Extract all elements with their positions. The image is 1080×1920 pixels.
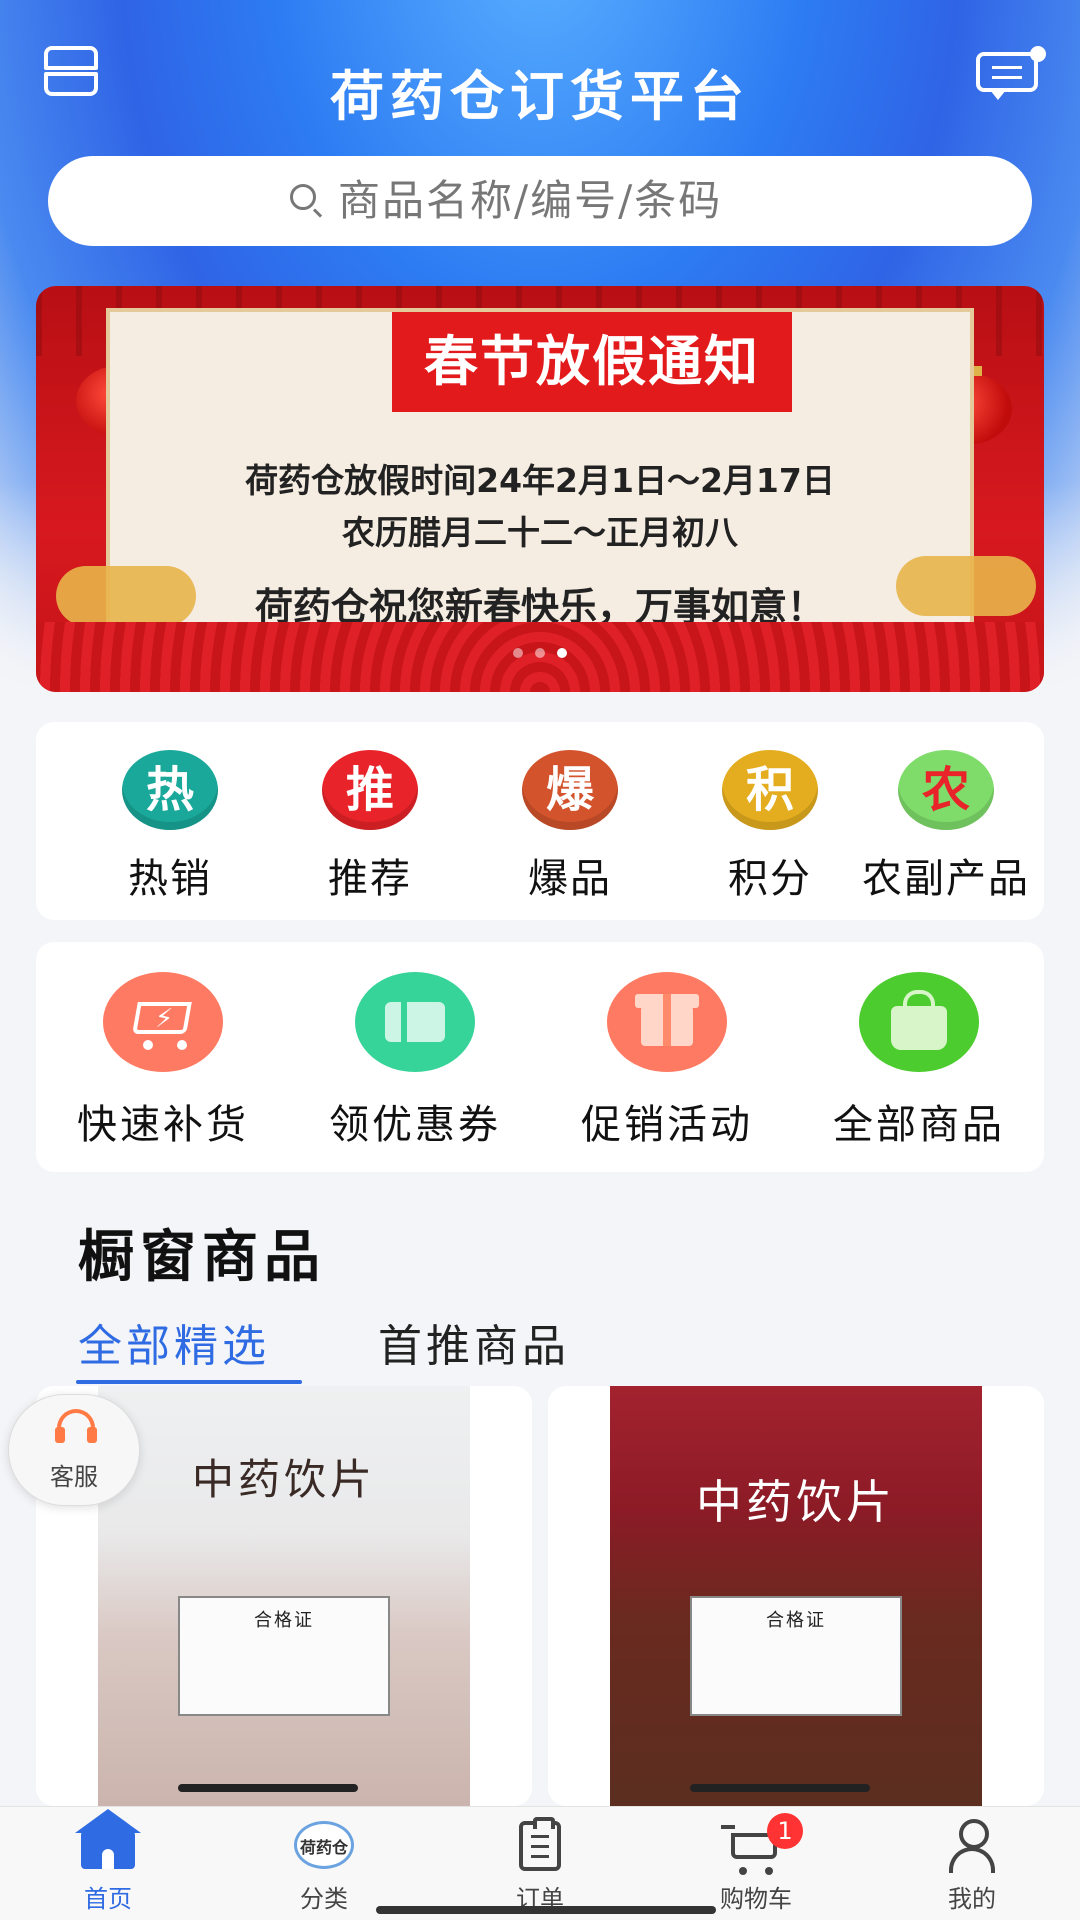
- agri-badge-icon: 农: [898, 750, 994, 830]
- notice-title-box: 春节放假通知: [392, 312, 792, 412]
- activity-label: 快速补货: [77, 1102, 249, 1148]
- notice-panel: 春节放假通知 荷药仓放假时间24年2月1日～2月17日 农历腊月二十二～正月初八…: [106, 308, 974, 634]
- coupon-icon: [355, 972, 475, 1072]
- tab-orders[interactable]: 订单: [432, 1813, 648, 1914]
- recommend-badge-icon: 推: [322, 750, 418, 830]
- brand-logo-icon: 荷药仓: [291, 1813, 357, 1875]
- certificate-label: 合格证: [178, 1596, 390, 1716]
- category-agricultural[interactable]: 农 农副产品: [856, 750, 1036, 904]
- tab-cart[interactable]: 1 购物车: [648, 1813, 864, 1914]
- shopping-bag-icon: [859, 972, 979, 1072]
- tab-label: 我的: [948, 1885, 996, 1913]
- get-coupon-button[interactable]: 领优惠券: [300, 972, 530, 1150]
- tab-all-selected[interactable]: 全部精选: [78, 1310, 270, 1374]
- all-products-button[interactable]: 全部商品: [804, 972, 1034, 1150]
- brand-logo-text: 荷药仓: [299, 1838, 348, 1857]
- product-image: 中药饮片 合格证: [610, 1386, 982, 1806]
- customer-service-label: 客服: [50, 1463, 98, 1491]
- carousel-indicator[interactable]: [36, 643, 1044, 662]
- explosive-badge-icon: 爆: [522, 750, 618, 830]
- customer-service-button[interactable]: 客服: [8, 1394, 140, 1506]
- package-text: 中药饮片: [696, 1475, 896, 1529]
- notice-line-2: 农历腊月二十二～正月初八: [342, 513, 738, 552]
- cert-text: 合格证: [766, 1610, 826, 1631]
- category-label: 农副产品: [862, 856, 1030, 902]
- category-label: 爆品: [528, 856, 612, 902]
- home-icon: [75, 1809, 141, 1875]
- search-icon: [288, 182, 324, 218]
- headset-icon: [55, 1409, 97, 1447]
- app-title: 荷药仓订货平台: [330, 64, 750, 128]
- cloud-decoration: [56, 566, 196, 626]
- points-badge-icon: 积: [722, 750, 818, 830]
- activity-label: 领优惠券: [329, 1102, 501, 1148]
- pen-image: [178, 1784, 358, 1792]
- tab-home[interactable]: 首页: [0, 1809, 216, 1914]
- carousel-dot[interactable]: [513, 648, 523, 658]
- search-bar[interactable]: [48, 156, 1032, 246]
- category-card: 热 热销 推 推荐 爆 爆品 积 积分 农 农副产品: [36, 722, 1044, 920]
- product-card[interactable]: 中药饮片 合格证: [548, 1386, 1044, 1806]
- cart-bolt-icon: ⚡: [103, 972, 223, 1072]
- order-clipboard-icon: [507, 1813, 573, 1875]
- hot-badge-icon: 热: [122, 750, 218, 830]
- activity-label: 促销活动: [581, 1102, 753, 1148]
- showcase-title: 橱窗商品: [78, 1224, 326, 1290]
- category-recommend[interactable]: 推 推荐: [280, 750, 460, 904]
- top-bar: 荷药仓订货平台: [0, 38, 1080, 138]
- unread-dot: [1030, 46, 1046, 62]
- notice-title: 春节放假通知: [424, 330, 760, 393]
- package-text: 中药饮片: [191, 1455, 376, 1504]
- carousel-dot[interactable]: [535, 648, 545, 658]
- product-image: 中药饮片 合格证: [98, 1386, 470, 1806]
- category-points[interactable]: 积 积分: [680, 750, 860, 904]
- quick-restock-button[interactable]: ⚡ 快速补货: [48, 972, 278, 1150]
- pen-image: [690, 1784, 870, 1792]
- cert-text: 合格证: [254, 1610, 314, 1631]
- certificate-label: 合格证: [690, 1596, 902, 1716]
- home-indicator: [376, 1906, 716, 1914]
- message-icon[interactable]: [976, 46, 1046, 100]
- tab-featured[interactable]: 首推商品: [378, 1310, 570, 1374]
- tab-profile[interactable]: 我的: [864, 1813, 1080, 1914]
- cloud-decoration: [896, 556, 1036, 616]
- gift-icon: [607, 972, 727, 1072]
- tab-category[interactable]: 荷药仓 分类: [216, 1813, 432, 1914]
- category-label: 热销: [128, 856, 212, 902]
- category-label: 积分: [728, 856, 812, 902]
- activity-label: 全部商品: [833, 1102, 1005, 1148]
- promo-banner[interactable]: 春节放假通知 荷药仓放假时间24年2月1日～2月17日 农历腊月二十二～正月初八…: [36, 286, 1044, 692]
- category-hot-items[interactable]: 爆 爆品: [480, 750, 660, 904]
- promotions-button[interactable]: 促销活动: [552, 972, 782, 1150]
- active-tab-indicator: [76, 1380, 302, 1384]
- notice-line-1: 荷药仓放假时间24年2月1日～2月17日: [245, 461, 835, 500]
- user-icon: [939, 1813, 1005, 1875]
- cart-count-badge: 1: [767, 1813, 803, 1849]
- bottom-tab-bar: 首页 荷药仓 分类 订单 1 购物车 我的: [0, 1806, 1080, 1920]
- category-hot-sales[interactable]: 热 热销: [80, 750, 260, 904]
- category-label: 推荐: [328, 856, 412, 902]
- carousel-dot-active[interactable]: [557, 648, 567, 658]
- tab-label: 首页: [84, 1885, 132, 1913]
- search-input[interactable]: [338, 170, 938, 230]
- activity-card: ⚡ 快速补货 领优惠券 促销活动 全部商品: [36, 942, 1044, 1172]
- cart-icon: 1: [721, 1813, 803, 1875]
